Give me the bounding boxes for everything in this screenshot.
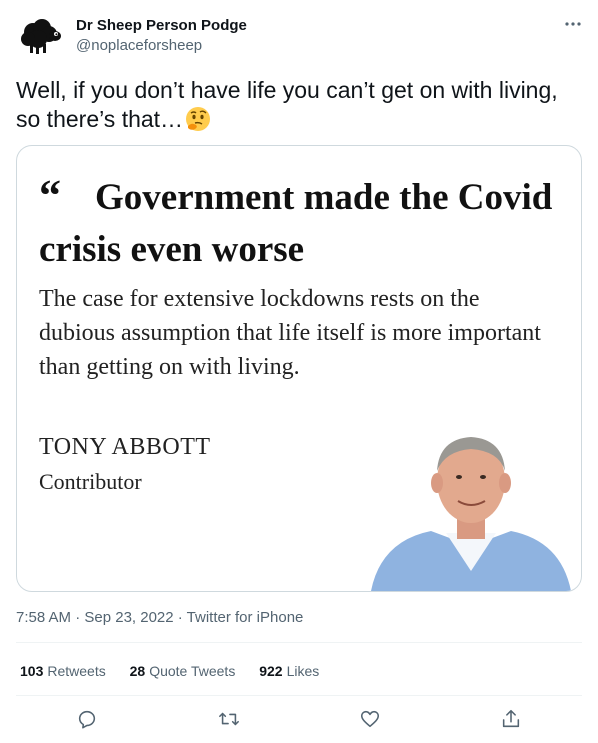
retweets-label: Retweets [47, 663, 106, 679]
share-icon[interactable] [500, 708, 526, 734]
more-options-icon[interactable] [564, 18, 582, 32]
article-author: TONY ABBOTT [39, 434, 211, 460]
action-bar [0, 708, 598, 734]
user-handle[interactable]: @noplaceforsheep [76, 36, 247, 56]
tweet-body: Well, if you don’t have life you can’t g… [16, 77, 558, 132]
quote-tweets-count: 28 [129, 663, 146, 679]
engagement-stats: 103 Retweets 28 Quote Tweets 922 Likes [20, 661, 339, 681]
display-name[interactable]: Dr Sheep Person Podge [76, 16, 247, 36]
article-headline: Government made the Covid crisis even wo… [39, 177, 553, 270]
tweet-header: Dr Sheep Person Podge @noplaceforsheep [16, 12, 582, 60]
quote-tweets-label: Quote Tweets [149, 663, 236, 679]
reply-icon[interactable] [76, 708, 102, 734]
likes-label: Likes [286, 663, 320, 679]
retweet-icon[interactable] [218, 708, 244, 734]
article-deck: The case for extensive lockdowns rests o… [39, 286, 541, 380]
user-names: Dr Sheep Person Podge @noplaceforsheep [76, 16, 247, 56]
avatar[interactable] [16, 12, 64, 60]
quote-tweets-stat[interactable]: 28 Quote Tweets [130, 663, 236, 679]
tweet-timestamp[interactable]: 7:58 AM · Sep 23, 2022 · Twitter for iPh… [16, 608, 303, 628]
likes-count: 922 [259, 663, 283, 679]
likes-stat[interactable]: 922 Likes [259, 663, 319, 679]
author-portrait [361, 421, 581, 591]
like-icon[interactable] [359, 708, 385, 734]
divider [16, 642, 582, 643]
tweet-text: Well, if you don’t have life you can’t g… [16, 76, 582, 139]
media-card[interactable]: “ Government made the Covid crisis even … [16, 145, 582, 592]
retweets-stat[interactable]: 103 Retweets [20, 663, 106, 679]
sheep-avatar-icon [16, 12, 64, 60]
author-role: Contributor [39, 469, 142, 494]
thinking-face-icon [185, 106, 211, 139]
divider [16, 695, 582, 696]
retweets-count: 103 [20, 663, 44, 679]
